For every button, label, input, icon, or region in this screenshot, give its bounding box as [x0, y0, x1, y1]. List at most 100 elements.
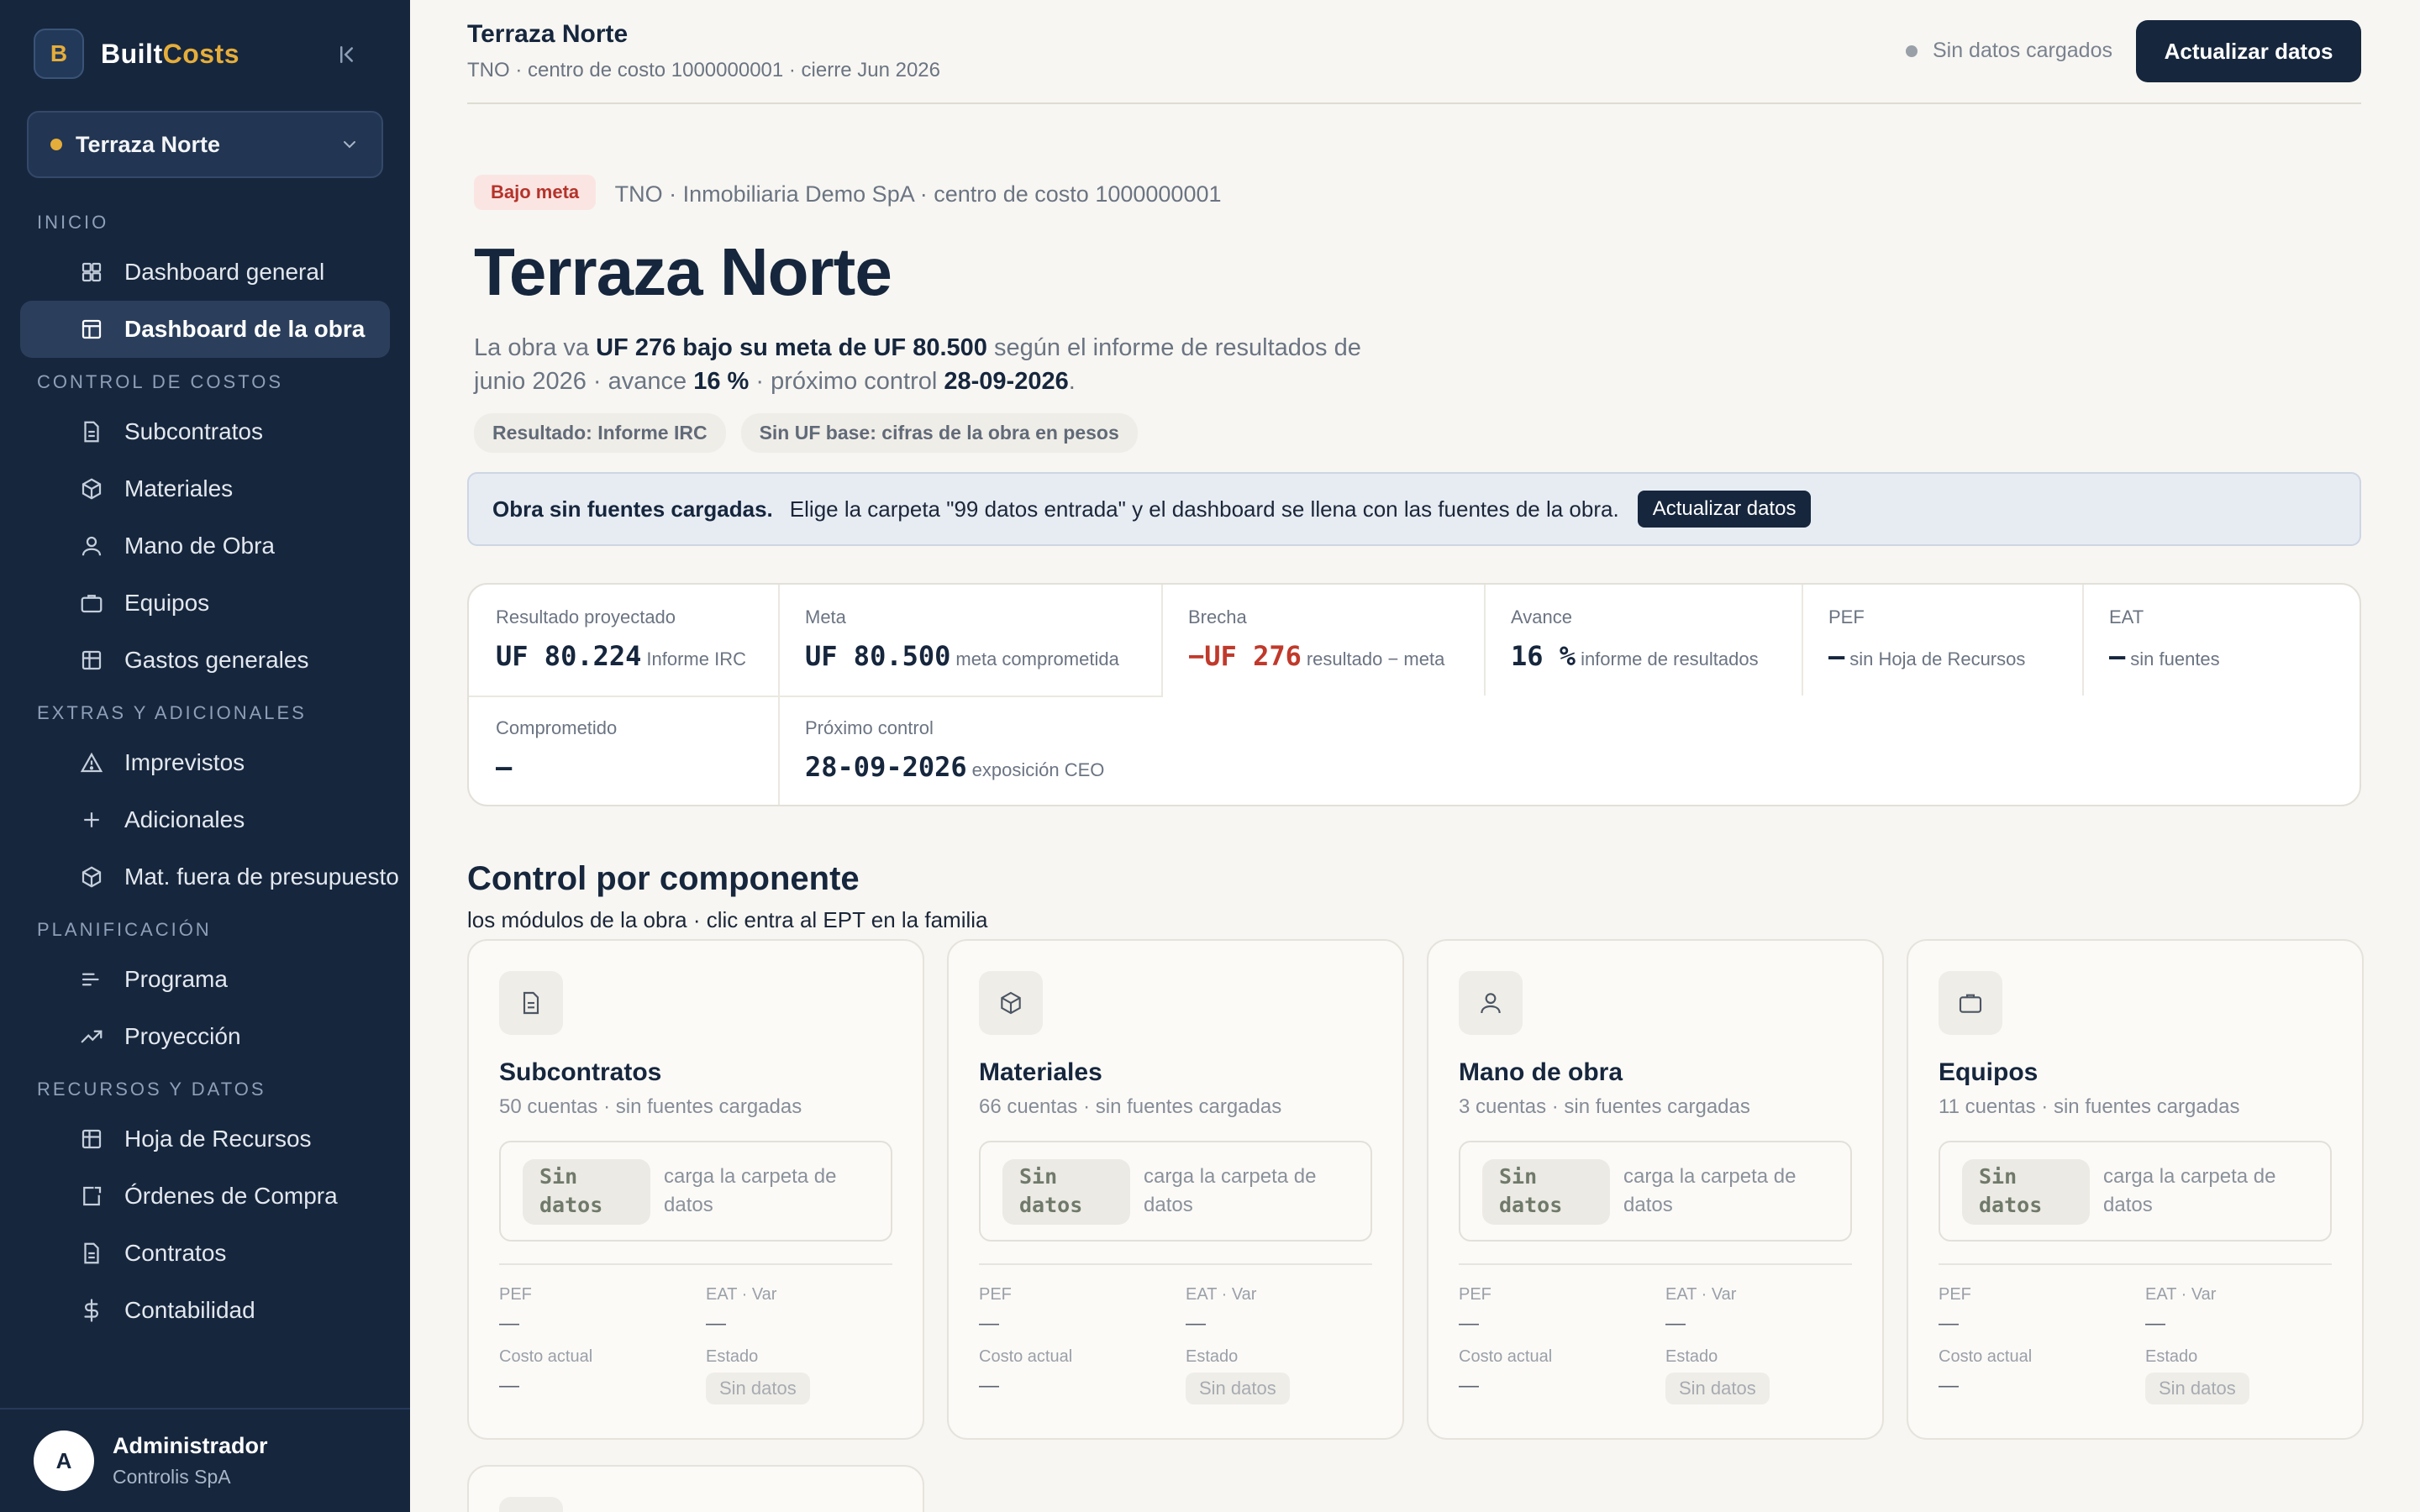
project-selector[interactable]: Terraza Norte — [27, 111, 383, 178]
no-data-tag: Sin datos — [523, 1159, 650, 1225]
sidebar-item-gastos[interactable]: Gastos generales — [20, 632, 390, 689]
pef-label: PEF — [979, 1285, 1012, 1304]
kpi-comprometido: Comprometido — — [496, 717, 618, 783]
project-hero: Bajo meta TNO · Inmobiliaria Demo SpA · … — [474, 175, 1818, 453]
sidebar-item-materiales[interactable]: Materiales — [20, 460, 390, 517]
component-name: Mano de obra — [1459, 1058, 1623, 1086]
kpi-resultado: Resultado proyectado UF 80.224 Informe IR… — [496, 606, 746, 672]
pef-label: PEF — [1459, 1285, 1491, 1304]
sidebar-item-dashboard-general[interactable]: Dashboard general — [20, 244, 390, 301]
table-icon — [82, 650, 102, 670]
sidebar-item-hoja-recursos[interactable]: Hoja de Recursos — [20, 1110, 390, 1168]
eat-label: EAT · Var — [2145, 1285, 2217, 1304]
avatar: A — [34, 1431, 94, 1491]
sidebar-item-mat-fuera[interactable]: Mat. fuera de presupuesto — [20, 848, 399, 906]
kpi-divider — [1161, 585, 1163, 696]
no-data-tag: Sin datos — [1962, 1159, 2090, 1225]
table-icon — [82, 1129, 102, 1149]
costo-value: — — [979, 1374, 999, 1397]
kpi-divider — [1484, 585, 1486, 696]
chip-resultado: Resultado: Informe IRC — [474, 413, 726, 453]
card-divider — [1459, 1263, 1852, 1265]
eat-value: — — [706, 1312, 726, 1335]
chevron-down-icon — [344, 141, 355, 149]
component-subtitle: 50 cuentas · sin fuentes cargadas — [499, 1095, 802, 1118]
kpi-brecha: Brecha −UF 276 resultado − meta — [1188, 606, 1445, 672]
sidebar-item-label: Imprevistos — [124, 749, 245, 775]
kpi-divider — [1802, 585, 1803, 696]
load-hint: carga la carpeta de datos — [664, 1165, 837, 1216]
notice-message: Elige la carpeta "99 datos entrada" y el… — [789, 496, 1619, 522]
notice-update-button[interactable]: Actualizar datos — [1637, 491, 1812, 528]
sidebar-item-label: Contabilidad — [124, 1297, 255, 1323]
sidebar-item-label: Mat. fuera de presupuesto — [124, 864, 399, 890]
load-hint: carga la carpeta de datos — [1144, 1165, 1317, 1216]
gantt-icon — [82, 973, 99, 986]
component-subtitle: 66 cuentas · sin fuentes cargadas — [979, 1095, 1282, 1118]
status-badge: Bajo meta — [474, 175, 597, 210]
component-card-subcontratos[interactable]: Subcontratos 50 cuentas · sin fuentes ca… — [467, 939, 924, 1440]
chip-uf-base: Sin UF base: cifras de la obra en pesos — [740, 413, 1138, 453]
project-summary: La obra va UF 276 bajo su meta de UF 80.… — [474, 334, 1361, 395]
project-status-dot — [50, 139, 62, 150]
user-profile[interactable]: A Administrador Controlis SpA — [0, 1408, 410, 1512]
load-hint: carga la carpeta de datos — [2103, 1165, 2276, 1216]
sidebar-item-label: Dashboard de la obra — [124, 316, 366, 342]
pef-label: PEF — [1939, 1285, 1971, 1304]
sidebar-item-label: Subcontratos — [124, 418, 263, 444]
kpi-divider — [2082, 585, 2084, 696]
costo-value: — — [1459, 1374, 1479, 1397]
section-subtitle: los módulos de la obra · clic entra al E… — [467, 907, 988, 932]
estado-label: Estado — [706, 1347, 759, 1366]
collapse-sidebar-icon[interactable] — [336, 42, 361, 67]
component-name: Equipos — [1939, 1058, 2039, 1086]
info-chips: Resultado: Informe IRC Sin UF base: cifr… — [474, 413, 1818, 453]
sidebar-item-proyeccion[interactable]: Proyección — [20, 1008, 390, 1065]
sidebar-item-contabilidad[interactable]: Contabilidad — [20, 1282, 390, 1339]
sidebar-item-label: Órdenes de Compra — [124, 1183, 338, 1209]
nav-section-control: CONTROL DE COSTOS — [37, 371, 284, 392]
component-card-materiales[interactable]: Materiales 66 cuentas · sin fuentes carg… — [947, 939, 1404, 1440]
sidebar-item-contratos[interactable]: Contratos — [20, 1225, 390, 1282]
sidebar-item-imprevistos[interactable]: Imprevistos — [20, 734, 390, 791]
card-divider — [979, 1263, 1372, 1265]
update-data-button[interactable]: Actualizar datos — [2136, 20, 2361, 82]
dollar-icon — [84, 1299, 98, 1322]
page-subtitle: TNO · centro de costo 1000000001 · cierr… — [467, 59, 940, 81]
component-card-equipos[interactable]: Equipos 11 cuentas · sin fuentes cargada… — [1907, 939, 2364, 1440]
load-hint: carga la carpeta de datos — [1623, 1165, 1797, 1216]
eat-value: — — [2145, 1312, 2165, 1335]
table-icon — [499, 1497, 563, 1512]
trending-up-icon — [81, 1030, 103, 1043]
box-icon — [82, 478, 102, 500]
sidebar-item-dashboard-obra[interactable]: Dashboard de la obra — [20, 301, 390, 358]
kpi-divider — [469, 696, 1163, 697]
costo-label: Costo actual — [1939, 1347, 2033, 1366]
empty-data-box: Sin datos carga la carpeta de datos — [979, 1141, 1372, 1242]
box-icon — [82, 866, 102, 888]
layout-icon — [82, 319, 102, 339]
component-card-mano-obra[interactable]: Mano de obra 3 cuentas · sin fuentes car… — [1427, 939, 1884, 1440]
no-data-tag: Sin datos — [1002, 1159, 1130, 1225]
eat-label: EAT · Var — [706, 1285, 777, 1304]
brand[interactable]: B BuiltCosts — [34, 29, 239, 79]
card-divider — [499, 1263, 892, 1265]
costo-label: Costo actual — [1459, 1347, 1553, 1366]
section-title: Control por componente — [467, 860, 860, 897]
pef-value: — — [499, 1312, 519, 1335]
sidebar-item-subcontratos[interactable]: Subcontratos — [20, 403, 390, 460]
costo-value: — — [1939, 1374, 1959, 1397]
sidebar-item-equipos[interactable]: Equipos — [20, 575, 390, 632]
eat-value: — — [1186, 1312, 1206, 1335]
component-card-gastos-generales[interactable] — [467, 1465, 924, 1512]
box-icon — [979, 971, 1043, 1035]
document-icon — [499, 971, 563, 1035]
sidebar-item-programa[interactable]: Programa — [20, 951, 390, 1008]
status-dot — [1905, 45, 1918, 57]
user-org: Controlis SpA — [113, 1466, 231, 1488]
sidebar-item-ordenes[interactable]: Órdenes de Compra — [20, 1168, 390, 1225]
sidebar-item-adicionales[interactable]: Adicionales — [20, 791, 390, 848]
brand-name: BuiltCosts — [101, 38, 239, 69]
sidebar-item-mano-obra[interactable]: Mano de Obra — [20, 517, 390, 575]
card-divider — [1939, 1263, 2332, 1265]
